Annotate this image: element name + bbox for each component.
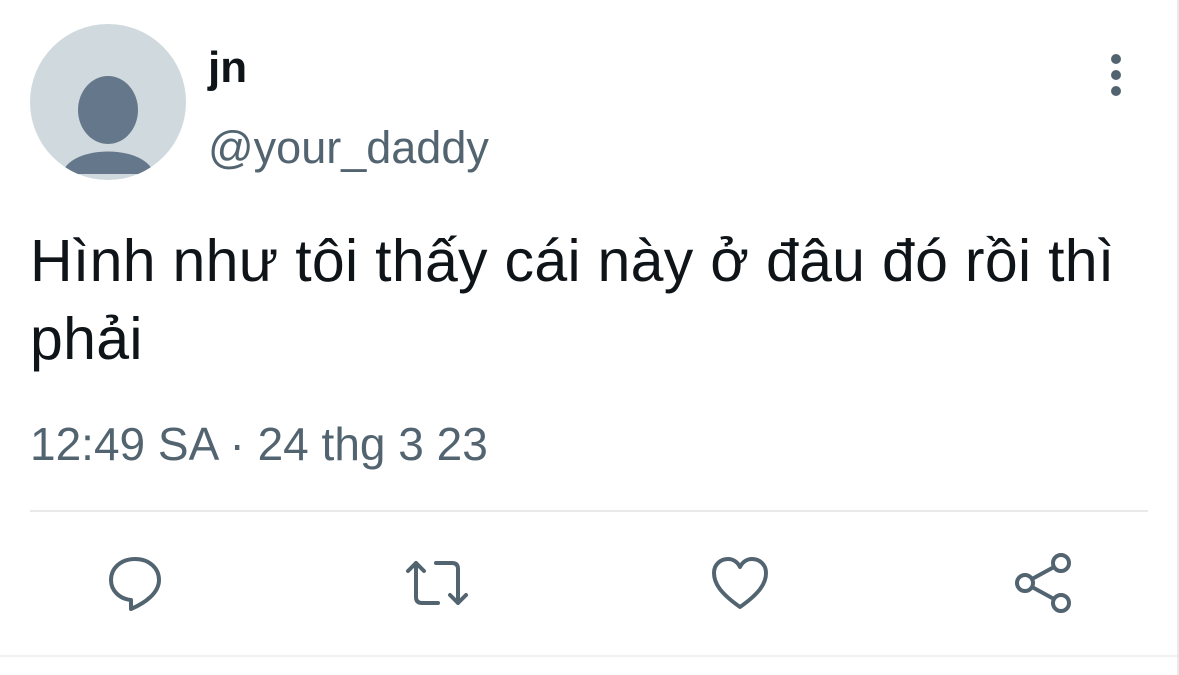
- bottom-divider: [0, 655, 1179, 657]
- like-button[interactable]: [705, 548, 775, 618]
- default-avatar-icon: [30, 24, 186, 180]
- reply-icon: [109, 557, 161, 611]
- heart-icon: [712, 557, 768, 609]
- avatar[interactable]: [30, 24, 186, 180]
- reply-button[interactable]: [100, 548, 170, 618]
- tweet-timestamp[interactable]: 12:49 SA · 24 thg 3 23: [30, 416, 488, 472]
- action-bar: [0, 548, 1179, 618]
- more-vertical-icon: [1111, 54, 1121, 96]
- tweet-text: Hình như tôi thấy cái này ở đâu đó rồi t…: [30, 228, 1115, 372]
- author-name[interactable]: jn: [208, 40, 247, 96]
- author-handle[interactable]: @your_daddy: [208, 120, 489, 176]
- retweet-icon: [406, 561, 468, 605]
- tweet-card: jn @your_daddy Hình như tôi thấy cái này…: [0, 0, 1179, 675]
- share-button[interactable]: [1008, 548, 1078, 618]
- retweet-button[interactable]: [402, 548, 472, 618]
- divider: [30, 510, 1148, 512]
- share-icon: [1015, 553, 1071, 613]
- more-options-button[interactable]: [1096, 52, 1136, 98]
